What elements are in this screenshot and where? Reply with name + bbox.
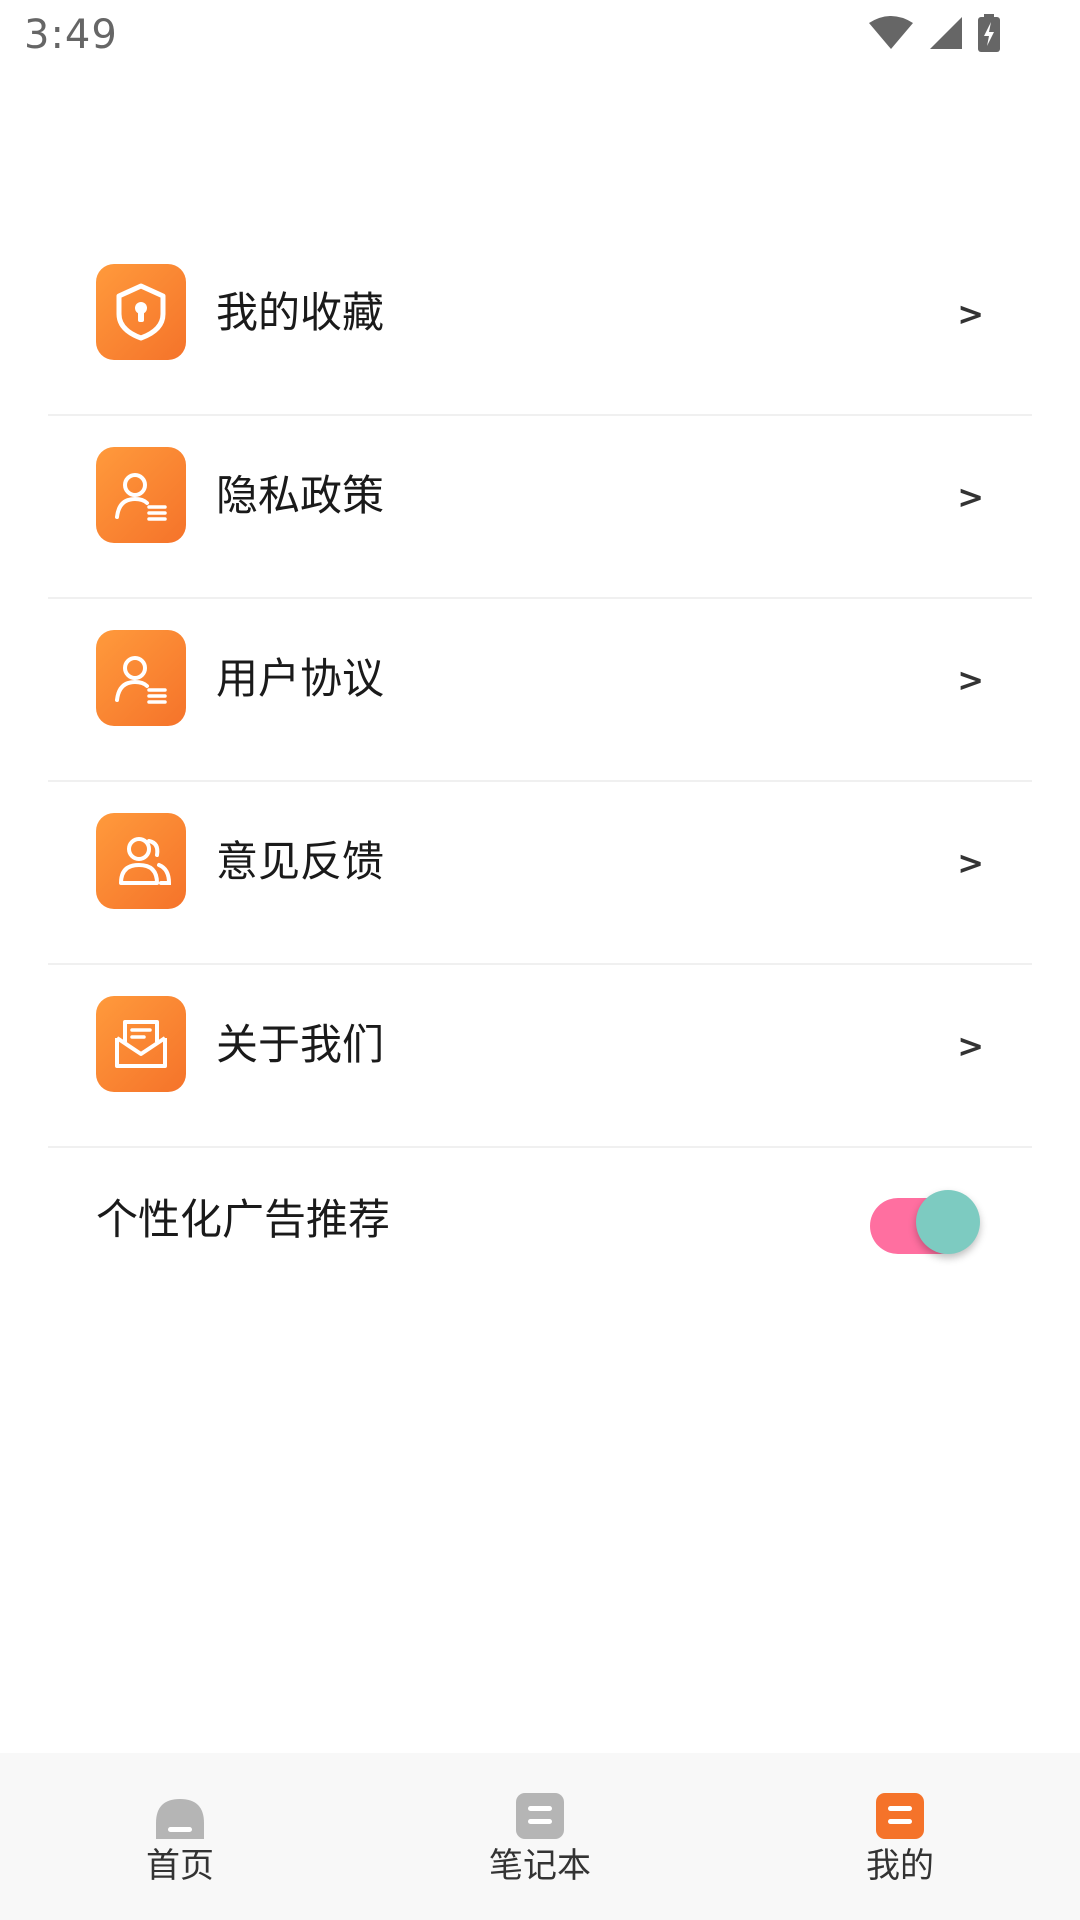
users-group-icon	[96, 813, 186, 909]
chevron-right-icon: >	[957, 478, 984, 516]
personalized-ad-label: 个性化广告推荐	[96, 1195, 391, 1244]
nav-item-profile[interactable]: 我的	[720, 1753, 1080, 1920]
nav-label-notebook: 笔记本	[489, 1846, 591, 1886]
nav-label-home: 首页	[146, 1846, 214, 1886]
status-time: 3:49	[24, 12, 118, 58]
toggle-thumb	[916, 1190, 980, 1254]
user-list-icon	[96, 447, 186, 543]
nav-label-profile: 我的	[866, 1846, 934, 1886]
profile-icon	[876, 1793, 924, 1839]
menu-item-feedback[interactable]: 意见反馈 >	[48, 782, 1032, 965]
mail-open-icon	[96, 996, 186, 1092]
battery-icon	[978, 14, 1000, 52]
menu-item-label: 我的收藏	[216, 288, 385, 337]
chevron-right-icon: >	[957, 844, 984, 882]
shield-lock-icon	[96, 264, 186, 360]
user-list-icon	[96, 630, 186, 726]
notebook-icon	[516, 1793, 564, 1839]
chevron-right-icon: >	[957, 1027, 984, 1065]
personalized-ad-toggle[interactable]	[870, 1190, 980, 1254]
bottom-nav: 首页 笔记本 我的	[0, 1753, 1080, 1920]
menu-item-label: 关于我们	[216, 1020, 385, 1069]
nav-item-notebook[interactable]: 笔记本	[360, 1753, 720, 1920]
status-icons	[868, 14, 1000, 52]
menu-item-label: 隐私政策	[216, 471, 385, 520]
home-icon	[156, 1793, 204, 1839]
settings-menu: 我的收藏 > 隐私政策 > 用户协议 > 意见反馈 > 关于我们 >	[48, 233, 1032, 1148]
menu-item-favorites[interactable]: 我的收藏 >	[48, 233, 1032, 416]
menu-item-user-agreement[interactable]: 用户协议 >	[48, 599, 1032, 782]
chevron-right-icon: >	[957, 661, 984, 699]
menu-item-about-us[interactable]: 关于我们 >	[48, 965, 1032, 1148]
nav-item-home[interactable]: 首页	[0, 1753, 360, 1920]
menu-item-privacy-policy[interactable]: 隐私政策 >	[48, 416, 1032, 599]
menu-item-label: 用户协议	[216, 654, 385, 703]
menu-item-label: 意见反馈	[216, 837, 385, 886]
signal-icon	[928, 15, 964, 51]
wifi-icon	[868, 15, 914, 51]
chevron-right-icon: >	[957, 295, 984, 333]
personalized-ad-row: 个性化广告推荐	[48, 1158, 1032, 1282]
status-bar: 3:49	[0, 0, 1080, 72]
